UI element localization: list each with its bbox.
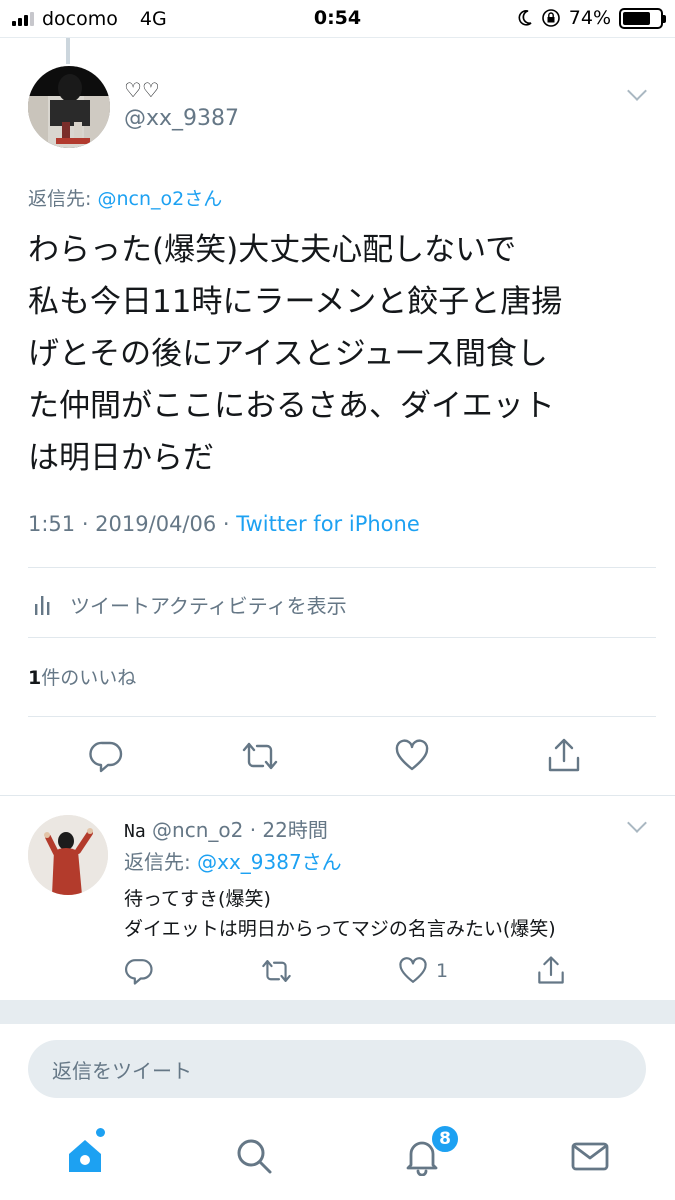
section-separator <box>0 1000 675 1024</box>
battery-icon <box>619 7 666 29</box>
reply-to-line: 返信先: @ncn_o2さん <box>28 184 222 211</box>
reply-icon <box>89 741 123 773</box>
likes-label: 件のいいね <box>41 667 137 689</box>
reply-to-user-link[interactable]: @ncn_o2さん <box>97 188 222 210</box>
share-button[interactable] <box>546 736 582 774</box>
tweet-metadata: 1:51 · 2019/04/06 · Twitter for iPhone <box>28 512 420 536</box>
tweet-action-bar <box>0 736 675 780</box>
reply-button[interactable] <box>124 956 154 986</box>
tweet-text-line: た仲間がここにおるさあ、ダイエット <box>28 388 555 424</box>
battery-percent: 74% <box>568 7 611 29</box>
battery-fill <box>623 11 650 25</box>
share-icon <box>548 738 580 772</box>
chevron-down-icon[interactable] <box>627 81 647 101</box>
envelope-icon <box>571 1142 609 1171</box>
tweet-client-link[interactable]: Twitter for iPhone <box>236 512 420 536</box>
like-button[interactable] <box>394 738 430 774</box>
share-icon <box>538 956 564 984</box>
status-bar: docomo 4G 0:54 74% <box>0 0 675 38</box>
avatar[interactable] <box>28 66 110 148</box>
like-count: 1 <box>436 960 449 982</box>
divider <box>28 716 656 717</box>
reply-action-bar: 1 <box>0 954 675 990</box>
likes-summary[interactable]: 1件のいいね <box>28 663 136 690</box>
reply-display-name[interactable]: Na <box>124 821 146 842</box>
tweet-activity-link[interactable]: ツイートアクティビティを表示 <box>34 590 347 619</box>
tab-messages[interactable] <box>568 1134 612 1178</box>
user-handle[interactable]: @xx_9387 <box>124 106 239 131</box>
avatar[interactable] <box>28 815 108 895</box>
reply-to-line: 返信先: @xx_9387さん <box>124 846 342 875</box>
reply-text-line: 待ってすき(爆笑) <box>124 888 271 910</box>
reply-text-line: ダイエットは明日からってマジの名言みたい(爆笑) <box>124 918 556 940</box>
tab-home[interactable] <box>63 1134 107 1178</box>
avatar-photo <box>28 815 108 895</box>
reply-composer-placeholder: 返信をツイート <box>52 1058 192 1083</box>
retweet-icon <box>242 742 278 770</box>
tweet-text: わらった(爆笑)大丈夫心配しないで 私も今日11時にラーメンと餃子と唐揚 げとそ… <box>28 224 643 484</box>
likes-count: 1 <box>28 667 42 689</box>
display-name[interactable]: ♡♡ <box>124 78 160 102</box>
home-icon <box>69 1140 101 1172</box>
notifications-badge: 8 <box>430 1124 460 1154</box>
reply-button[interactable] <box>88 738 124 774</box>
retweet-button[interactable] <box>240 738 280 774</box>
chevron-down-icon[interactable] <box>627 813 647 833</box>
search-icon <box>237 1139 272 1174</box>
like-button[interactable]: 1 <box>398 956 448 986</box>
divider <box>28 567 656 568</box>
retweet-icon <box>262 960 291 982</box>
tweet-activity-label: ツイートアクティビティを表示 <box>70 594 347 618</box>
bar-chart-icon <box>35 595 50 615</box>
status-bar-right: 74% <box>517 7 666 29</box>
home-unread-dot <box>96 1128 105 1137</box>
retweet-button[interactable] <box>260 956 293 986</box>
reply-composer-input[interactable]: 返信をツイート <box>28 1040 646 1098</box>
avatar-photo <box>28 66 110 148</box>
tweet-text-line: げとその後にアイスとジュース間食し <box>28 336 548 372</box>
heart-icon <box>399 957 427 983</box>
reply-header: Na @ncn_o2 · 22時間 <box>124 814 328 843</box>
reply-to-user-link[interactable]: @xx_9387さん <box>197 850 342 874</box>
tweet-text-line: 私も今日11時にラーメンと餃子と唐揚 <box>28 284 563 320</box>
reply-to-prefix: 返信先: <box>28 188 98 210</box>
reply-to-prefix: 返信先: <box>124 850 198 874</box>
tweet-timestamp: 1:51 · 2019/04/06 · <box>28 512 237 536</box>
tab-search[interactable] <box>232 1134 276 1178</box>
reply-icon <box>125 959 153 985</box>
reply-text: 待ってすき(爆笑) ダイエットは明日からってマジの名言みたい(爆笑) <box>124 884 556 944</box>
share-button[interactable] <box>536 954 566 986</box>
reply-handle-time[interactable]: @ncn_o2 · 22時間 <box>146 818 328 842</box>
tweet-text-line: わらった(爆笑)大丈夫心配しないで <box>28 232 517 268</box>
top-divider <box>0 37 675 38</box>
orientation-lock-icon <box>541 9 560 27</box>
moon-icon <box>518 10 532 26</box>
tweet-text-line: は明日からだ <box>28 440 214 476</box>
divider <box>0 795 675 796</box>
heart-icon <box>395 739 429 771</box>
divider <box>28 637 656 638</box>
thread-connector <box>66 38 70 64</box>
